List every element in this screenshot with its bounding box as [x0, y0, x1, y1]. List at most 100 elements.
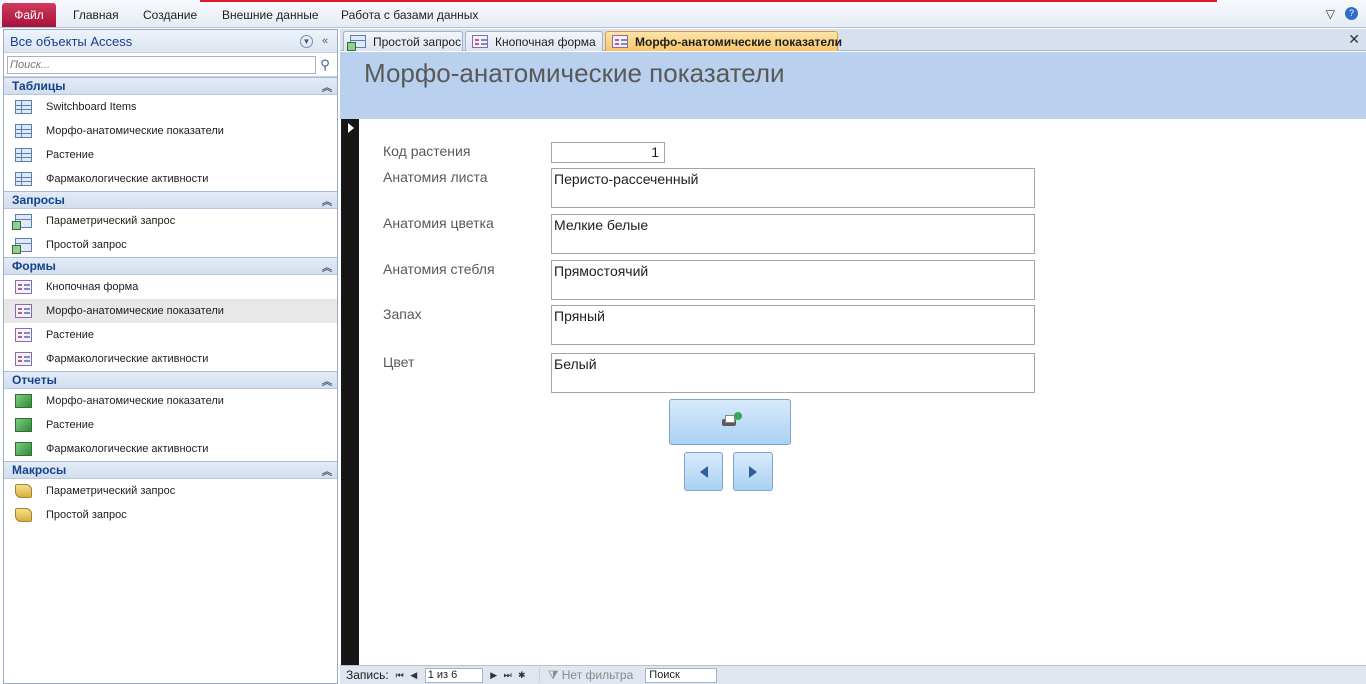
record-selector[interactable]	[341, 119, 359, 665]
nav-pane-title: Все объекты Access	[10, 33, 133, 49]
nav-item-report[interactable]: Фармакологические активности	[4, 437, 337, 461]
nav-search-input[interactable]	[7, 55, 317, 74]
plant-code-field[interactable]: 1	[551, 142, 665, 163]
nav-item-label: Параметрический запрос	[46, 485, 176, 497]
smell-field[interactable]: Пряный	[551, 305, 1035, 345]
nav-search-bar: ⚲	[4, 53, 337, 77]
ribbon-tab-external-data[interactable]: Внешние данные	[222, 8, 319, 22]
form-icon	[15, 304, 32, 318]
color-field[interactable]: Белый	[551, 353, 1035, 393]
last-record-icon[interactable]: ⏭	[501, 670, 515, 681]
nav-item-label: Растение	[46, 329, 94, 341]
nav-item-label: Простой запрос	[46, 239, 127, 251]
nav-pane-header[interactable]: Все объекты Access ▼ «	[4, 30, 337, 53]
nav-item-label: Растение	[46, 149, 94, 161]
next-record-button[interactable]	[733, 452, 773, 491]
nav-group-reports[interactable]: Отчеты ︽	[4, 371, 337, 389]
search-icon[interactable]: ⚲	[316, 57, 334, 73]
printer-icon	[722, 412, 742, 429]
label-color: Цвет	[383, 354, 415, 370]
close-icon[interactable]: ✕	[1348, 31, 1360, 48]
minimize-ribbon-icon[interactable]: ▽	[1326, 7, 1335, 21]
label-leaf-anatomy: Анатомия листа	[383, 169, 488, 185]
flower-anatomy-field[interactable]: Мелкие белые	[551, 214, 1035, 254]
nav-item-macro[interactable]: Простой запрос	[4, 503, 337, 527]
nav-item-macro[interactable]: Параметрический запрос	[4, 479, 337, 503]
leaf-anatomy-field[interactable]: Перисто-рассеченный	[551, 168, 1035, 208]
ribbon-tab-home[interactable]: Главная	[73, 8, 119, 22]
report-icon	[15, 394, 32, 408]
label-flower-anatomy: Анатомия цветка	[383, 215, 494, 231]
nav-item-label: Морфо-анатомические показатели	[46, 395, 224, 407]
group-title: Отчеты	[12, 373, 57, 387]
query-icon	[12, 214, 32, 230]
first-record-icon[interactable]: ⏮	[393, 670, 407, 681]
nav-item-table[interactable]: Switchboard Items	[4, 95, 337, 119]
nav-item-label: Фармакологические активности	[46, 443, 209, 455]
nav-item-form[interactable]: Фармакологические активности	[4, 347, 337, 371]
arrow-left-icon	[699, 465, 708, 478]
filter-status-label: Нет фильтра	[561, 667, 634, 682]
nav-item-label: Фармакологические активности	[46, 353, 209, 365]
collapse-group-icon[interactable]: ︽	[317, 79, 337, 94]
nav-group-queries[interactable]: Запросы ︽	[4, 191, 337, 209]
record-navigation-bar: Запись: ⏮ ◀ 1 из 6 ▶ ⏭ ✱ ⧩ Нет фильтра П…	[340, 665, 1366, 684]
table-icon	[15, 100, 32, 114]
nav-item-report[interactable]: Растение	[4, 413, 337, 437]
prev-record-icon[interactable]: ◀	[407, 670, 421, 681]
title-accent-line	[200, 0, 1217, 2]
collapse-group-icon[interactable]: ︽	[317, 259, 337, 274]
label-plant-code: Код растения	[383, 143, 471, 159]
next-record-icon[interactable]: ▶	[487, 670, 501, 681]
nav-item-label: Switchboard Items	[46, 101, 137, 113]
nav-menu-dropdown-icon[interactable]: ▼	[300, 34, 313, 48]
stem-anatomy-field[interactable]: Прямостоячий	[551, 260, 1035, 300]
record-position-field[interactable]: 1 из 6	[424, 667, 483, 683]
form-icon	[15, 280, 32, 294]
form-icon	[612, 35, 628, 48]
nav-item-form[interactable]: Кнопочная форма	[4, 275, 337, 299]
nav-item-table[interactable]: Растение	[4, 143, 337, 167]
nav-item-form-selected[interactable]: Морфо-анатомические показатели	[4, 299, 337, 323]
new-record-icon[interactable]: ✱	[515, 670, 529, 681]
form-header: Морфо-анатомические показатели	[340, 52, 1366, 119]
nav-group-tables[interactable]: Таблицы ︽	[4, 77, 337, 95]
nav-item-query[interactable]: Параметрический запрос	[4, 209, 337, 233]
nav-group-macros[interactable]: Макросы ︽	[4, 461, 337, 479]
nav-item-table[interactable]: Морфо-анатомические показатели	[4, 119, 337, 143]
nav-item-form[interactable]: Растение	[4, 323, 337, 347]
doc-tab-label: Простой запрос	[373, 34, 462, 49]
help-icon[interactable]: ?	[1345, 7, 1358, 20]
group-title: Макросы	[12, 463, 67, 477]
ribbon-controls: ▽ ?	[1326, 7, 1358, 21]
collapse-group-icon[interactable]: ︽	[317, 193, 337, 208]
record-search-input[interactable]: Поиск	[645, 667, 718, 683]
previous-record-button[interactable]	[684, 452, 723, 491]
ribbon-tab-bar: Файл Главная Создание Внешние данные Раб…	[0, 0, 1366, 28]
form-icon	[472, 35, 488, 48]
collapse-pane-icon[interactable]: «	[316, 32, 334, 50]
nav-group-forms[interactable]: Формы ︽	[4, 257, 337, 275]
query-icon	[12, 238, 32, 254]
print-button[interactable]	[669, 399, 791, 445]
ribbon-tab-database-tools[interactable]: Работа с базами данных	[341, 8, 478, 22]
collapse-group-icon[interactable]: ︽	[317, 463, 337, 478]
doc-tab-label: Морфо-анатомические показатели	[635, 34, 843, 49]
doc-tab-simple-query[interactable]: Простой запрос	[343, 31, 463, 51]
nav-item-table[interactable]: Фармакологические активности	[4, 167, 337, 191]
ribbon-tab-create[interactable]: Создание	[143, 8, 197, 22]
table-icon	[15, 124, 32, 138]
filter-status[interactable]: ⧩ Нет фильтра	[538, 667, 634, 683]
nav-item-label: Растение	[46, 419, 94, 431]
doc-tab-label: Кнопочная форма	[495, 34, 596, 49]
doc-tab-switchboard-form[interactable]: Кнопочная форма	[465, 31, 603, 51]
nav-item-label: Морфо-анатомические показатели	[46, 305, 224, 317]
doc-tab-morpho-form[interactable]: Морфо-анатомические показатели	[605, 31, 842, 51]
file-tab[interactable]: Файл	[2, 3, 56, 27]
nav-item-report[interactable]: Морфо-анатомические показатели	[4, 389, 337, 413]
nav-item-query[interactable]: Простой запрос	[4, 233, 337, 257]
form-icon	[15, 352, 32, 366]
macro-icon	[15, 484, 32, 498]
document-tabs: Простой запрос Кнопочная форма Морфо-ана…	[340, 29, 1366, 51]
collapse-group-icon[interactable]: ︽	[317, 373, 337, 388]
